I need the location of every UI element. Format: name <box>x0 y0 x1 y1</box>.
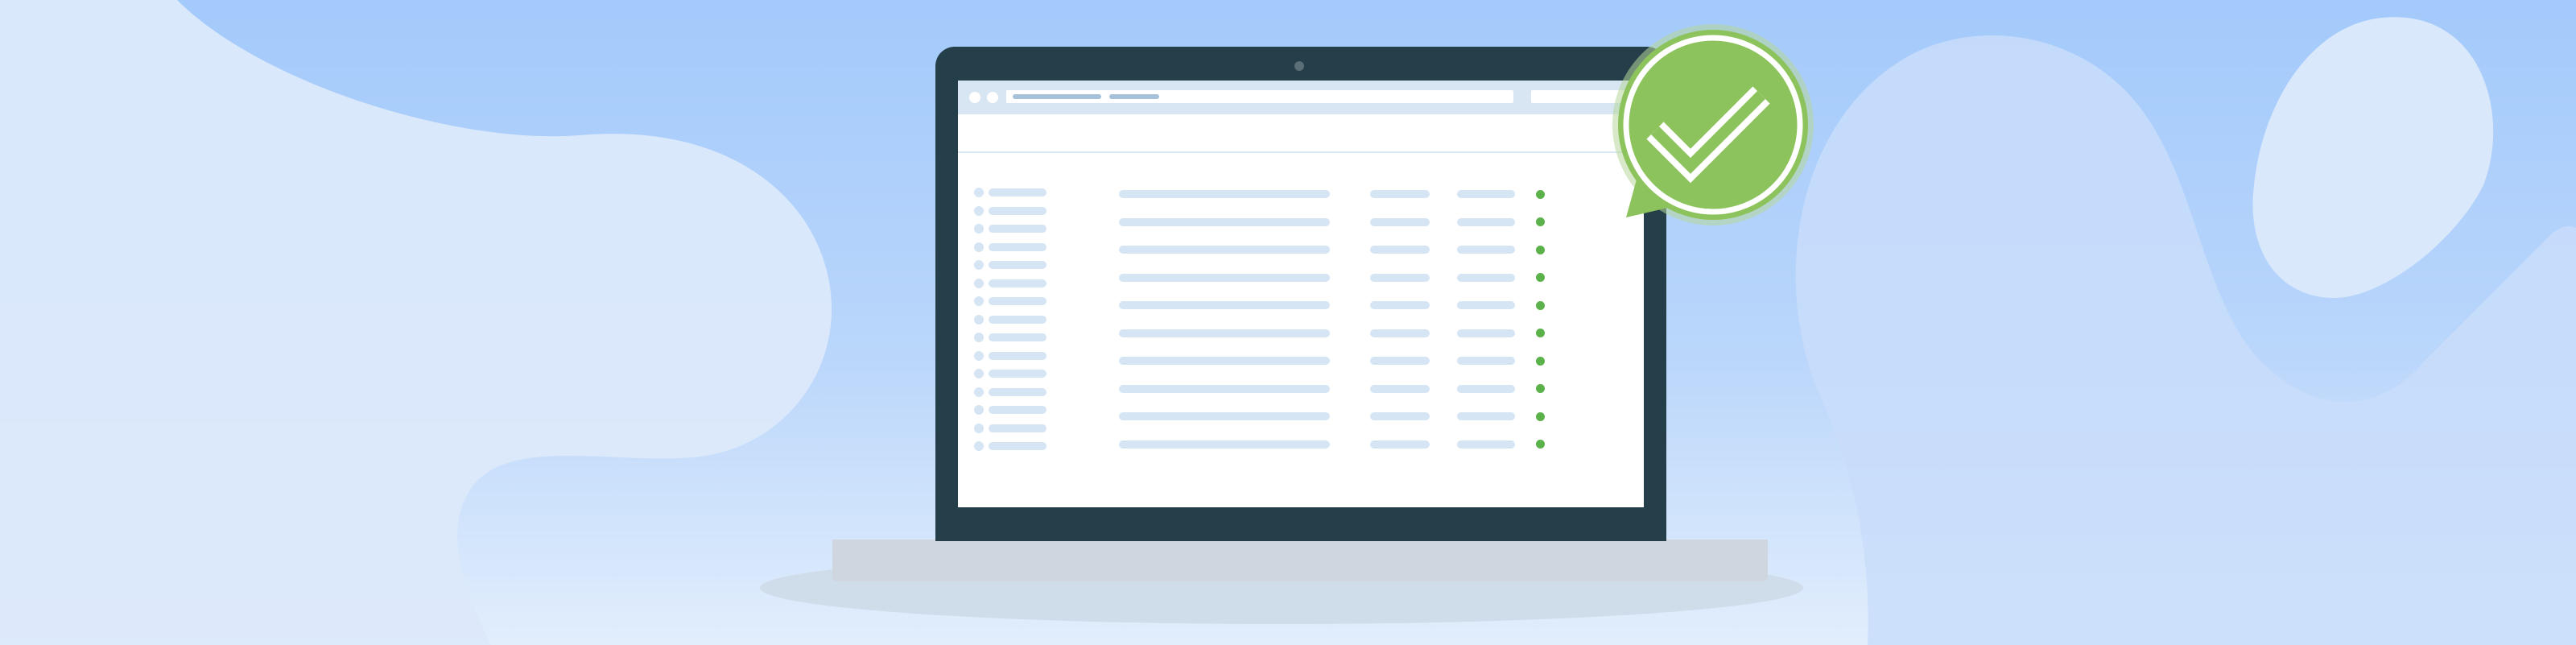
window-control-dot[interactable] <box>969 92 980 103</box>
table-cell-placeholder <box>1457 412 1515 420</box>
table-cell-placeholder <box>1119 217 1330 226</box>
table-cell-placeholder <box>1370 329 1430 337</box>
table-cell-placeholder <box>1119 190 1330 198</box>
table-cell-placeholder <box>1370 384 1430 393</box>
list-item-placeholder <box>989 315 1046 324</box>
webcam-icon <box>1294 61 1304 71</box>
table-cell-placeholder <box>1457 329 1515 337</box>
window-control-dot[interactable] <box>987 92 998 103</box>
laptop-base <box>832 540 1768 581</box>
status-ok-dot <box>1536 356 1545 366</box>
table-cell-placeholder <box>1119 329 1330 337</box>
list-item-placeholder <box>989 387 1046 396</box>
table-cell-placeholder <box>1370 246 1430 254</box>
table-cell-placeholder <box>1370 301 1430 309</box>
list-bullet <box>974 423 984 433</box>
list-item-placeholder <box>989 424 1046 432</box>
list-bullet <box>974 441 984 451</box>
laptop-screen <box>958 81 1644 507</box>
table-cell-placeholder <box>1119 273 1330 282</box>
table-cell-placeholder <box>1370 440 1430 449</box>
list-bullet <box>974 242 984 252</box>
table-cell-placeholder <box>1457 217 1515 226</box>
table-cell-placeholder <box>1119 246 1330 254</box>
list-item-placeholder <box>989 206 1046 215</box>
status-ok-dot <box>1536 245 1545 254</box>
list-item-placeholder <box>989 442 1046 450</box>
list-bullet <box>974 224 984 234</box>
list-item-placeholder <box>989 406 1046 414</box>
list-item-placeholder <box>989 370 1046 378</box>
list-bullet <box>974 369 984 378</box>
list-item-placeholder <box>989 242 1046 251</box>
list-bullet <box>974 205 984 216</box>
address-placeholder <box>1109 94 1159 99</box>
status-ok-dot <box>1536 329 1545 337</box>
list-item-placeholder <box>989 351 1046 360</box>
list-bullet <box>974 405 984 415</box>
browser-bar <box>958 81 1644 114</box>
list-bullet <box>974 296 984 306</box>
status-ok-dot <box>1536 273 1545 282</box>
right-small-blob <box>2252 17 2494 298</box>
header-divider <box>958 151 1644 153</box>
table-cell-placeholder <box>1457 273 1515 282</box>
address-bar[interactable] <box>1006 90 1513 103</box>
list-item-placeholder <box>989 333 1046 341</box>
table-cell-placeholder <box>1119 357 1330 365</box>
list-bullet <box>974 314 984 325</box>
table-cell-placeholder <box>1457 301 1515 309</box>
list-bullet <box>974 350 984 361</box>
list-item-placeholder <box>989 279 1046 287</box>
table-cell-placeholder <box>1457 246 1515 254</box>
table-cell-placeholder <box>1457 440 1515 449</box>
table-cell-placeholder <box>1457 384 1515 393</box>
laptop <box>935 47 1666 541</box>
list-bullet <box>974 333 984 342</box>
list-bullet <box>974 188 984 197</box>
status-ok-dot <box>1536 189 1545 199</box>
list-item-placeholder <box>989 225 1046 233</box>
list-bullet <box>974 260 984 270</box>
table-cell-placeholder <box>1119 384 1330 393</box>
status-ok-dot <box>1536 217 1545 226</box>
table-cell-placeholder <box>1457 190 1515 198</box>
status-ok-dot <box>1536 384 1545 393</box>
table-cell-placeholder <box>1370 217 1430 226</box>
list-item-placeholder <box>989 261 1046 269</box>
table-cell-placeholder <box>1370 273 1430 282</box>
checkmark-badge-icon <box>1612 24 1814 225</box>
table-cell-placeholder <box>1119 440 1330 449</box>
status-ok-dot <box>1536 411 1545 421</box>
address-placeholder <box>1013 94 1101 99</box>
list-item-placeholder <box>989 297 1046 305</box>
status-ok-dot <box>1536 440 1545 449</box>
table-cell-placeholder <box>1370 357 1430 365</box>
table-cell-placeholder <box>1370 412 1430 420</box>
table-cell-placeholder <box>1119 301 1330 309</box>
list-bullet <box>974 387 984 397</box>
table-cell-placeholder <box>1370 190 1430 198</box>
table-cell-placeholder <box>1457 357 1515 365</box>
table-cell-placeholder <box>1119 412 1330 420</box>
list-bullet <box>974 278 984 288</box>
list-item-placeholder <box>989 188 1046 196</box>
left-blob <box>0 0 832 645</box>
status-ok-dot <box>1536 300 1545 310</box>
